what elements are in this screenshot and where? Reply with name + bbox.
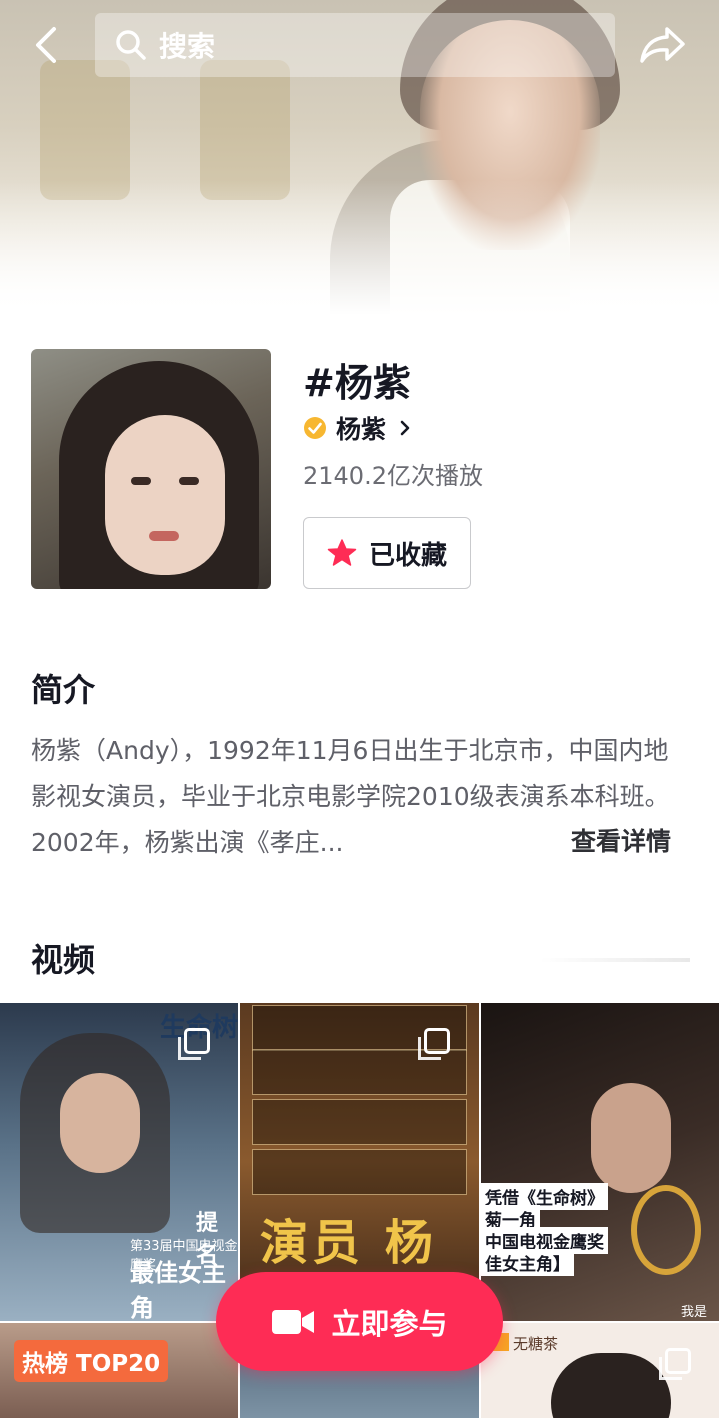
avatar-eye bbox=[131, 477, 151, 485]
thumbnail-head bbox=[551, 1353, 671, 1418]
thumbnail-caption: 佳女主角】 bbox=[481, 1249, 574, 1276]
topic-avatar bbox=[31, 349, 271, 589]
thumbnail-ear bbox=[591, 1083, 671, 1193]
favorite-label: 已收藏 bbox=[368, 540, 447, 571]
join-now-button[interactable]: 立即参与 bbox=[216, 1272, 503, 1371]
play-count: 2140.2亿次播放 bbox=[303, 462, 483, 490]
video-tile[interactable]: 无糖茶 bbox=[481, 1323, 719, 1418]
hero-ornament bbox=[40, 60, 130, 200]
thumbnail-brand: 无糖茶 bbox=[513, 1335, 559, 1353]
view-details-link[interactable]: 查看详情 bbox=[571, 822, 671, 858]
video-camera-icon bbox=[272, 1309, 315, 1334]
avatar-face bbox=[105, 415, 225, 575]
hero-fade bbox=[0, 180, 719, 315]
videos-heading: 视频 bbox=[31, 941, 96, 979]
search-bar[interactable]: 搜索 bbox=[95, 13, 615, 77]
creator-link[interactable]: 杨紫 bbox=[303, 412, 414, 444]
thumbnail-corner-text: 我是实 bbox=[681, 1305, 708, 1320]
topic-title: #杨紫 bbox=[303, 361, 411, 405]
avatar-lip bbox=[149, 531, 179, 541]
thumbnail-strip bbox=[252, 1149, 467, 1195]
join-now-label: 立即参与 bbox=[331, 1306, 448, 1341]
thumbnail-face bbox=[60, 1073, 140, 1173]
video-tile[interactable]: 生命树 提名 第33届中国电视金鹰奖 最佳女主角 bbox=[0, 1003, 238, 1321]
intro-heading: 简介 bbox=[31, 671, 96, 709]
creator-name: 杨紫 bbox=[336, 415, 387, 444]
search-icon bbox=[116, 30, 146, 60]
hero-ornament bbox=[200, 60, 290, 200]
multi-image-icon bbox=[178, 1028, 210, 1060]
verified-badge-icon bbox=[304, 417, 326, 439]
back-button[interactable] bbox=[26, 22, 66, 68]
share-button[interactable] bbox=[636, 20, 690, 70]
favorite-button[interactable]: 已收藏 bbox=[303, 517, 471, 589]
video-tile[interactable]: 凭借《生命树》 菊一角 中国电视金鹰奖 佳女主角】 我是实 bbox=[481, 1003, 719, 1321]
back-arrow-icon bbox=[36, 27, 56, 63]
share-icon bbox=[640, 27, 685, 63]
thumbnail-earring bbox=[631, 1185, 701, 1275]
thumbnail-strip bbox=[252, 1099, 467, 1145]
divider bbox=[540, 958, 690, 962]
star-icon bbox=[327, 539, 357, 566]
avatar-eye bbox=[179, 477, 199, 485]
multi-image-icon bbox=[418, 1028, 450, 1060]
video-tile[interactable]: 热榜 TOP20 bbox=[0, 1323, 238, 1418]
hot-list-badge: 热榜 TOP20 bbox=[14, 1340, 169, 1382]
multi-image-icon bbox=[659, 1348, 691, 1380]
search-label: 搜索 bbox=[159, 30, 216, 63]
chevron-right-icon bbox=[400, 420, 410, 436]
